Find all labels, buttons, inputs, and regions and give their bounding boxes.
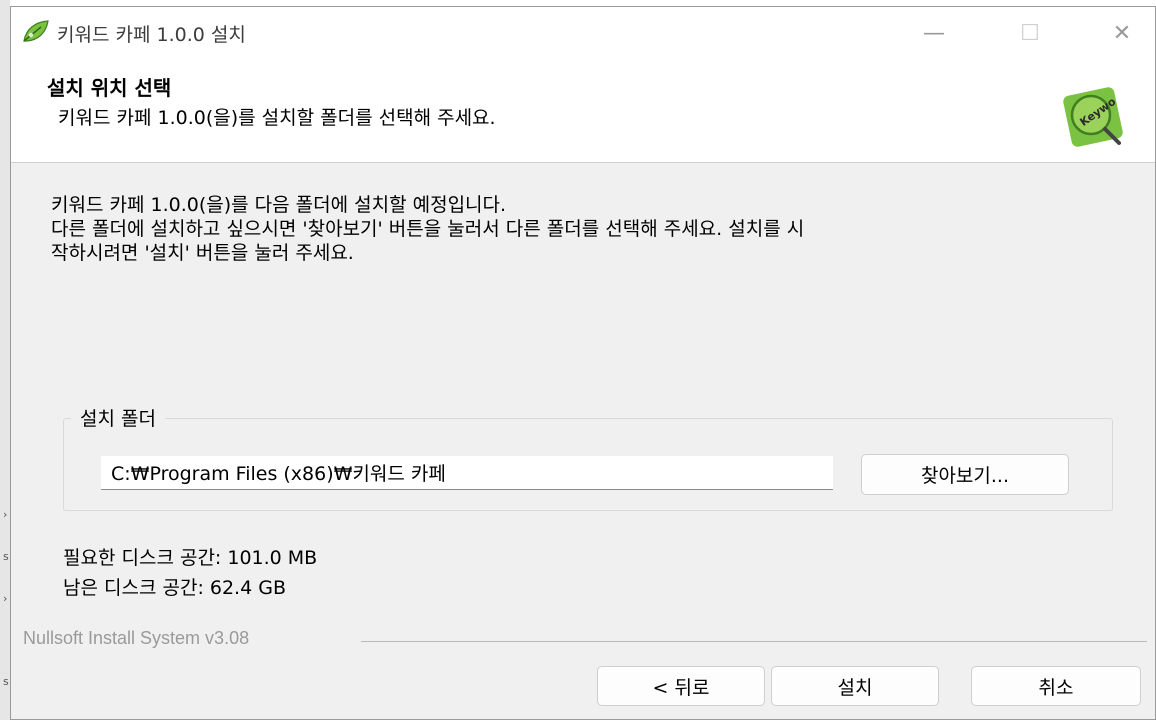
close-button[interactable]: ✕ — [1097, 7, 1147, 59]
installer-window: 키워드 카페 1.0.0 설치 — ☐ ✕ 설치 위치 선택 키워드 카페 1.… — [10, 6, 1156, 720]
installer-body: 키워드 카페 1.0.0(을)를 다음 폴더에 설치할 예정입니다. 다른 폴더… — [11, 163, 1155, 719]
page-title: 설치 위치 선택 — [47, 76, 172, 100]
minimize-icon: — — [923, 20, 945, 46]
title-bar: 키워드 카페 1.0.0 설치 — ☐ ✕ — [11, 7, 1155, 59]
required-space-text: 필요한 디스크 공간: 101.0 MB — [63, 547, 318, 569]
page-subtitle: 키워드 카페 1.0.0(을)를 설치할 폴더를 선택해 주세요. — [58, 107, 496, 129]
instruction-line: 키워드 카페 1.0.0(을)를 다음 폴더에 설치할 예정입니다. — [51, 194, 507, 216]
close-icon: ✕ — [1112, 20, 1132, 46]
footer-divider — [361, 641, 1147, 642]
maximize-button[interactable]: ☐ — [1005, 7, 1055, 59]
browse-button[interactable]: 찾아보기... — [861, 454, 1069, 495]
maximize-icon: ☐ — [1020, 20, 1040, 46]
back-button[interactable]: < 뒤로 — [597, 666, 765, 706]
install-path-input[interactable] — [101, 456, 833, 490]
background-window-strip: › s › s — [0, 0, 10, 720]
install-folder-label: 설치 폴더 — [71, 404, 165, 431]
instruction-text: 키워드 카페 1.0.0(을)를 다음 폴더에 설치할 예정입니다. 다른 폴더… — [51, 193, 1111, 265]
keyword-logo-icon: Keywo — [1063, 87, 1123, 147]
cancel-button[interactable]: 취소 — [971, 666, 1141, 706]
instruction-line: 다른 폴더에 설치하고 싶으시면 '찾아보기' 버튼을 눌러서 다른 폴더를 선… — [51, 218, 805, 240]
instruction-line: 작하시려면 '설치' 버튼을 눌러 주세요. — [51, 242, 354, 264]
nsis-branding: Nullsoft Install System v3.08 — [23, 628, 256, 649]
page-header: 설치 위치 선택 키워드 카페 1.0.0(을)를 설치할 폴더를 선택해 주세… — [11, 59, 1155, 163]
window-title: 키워드 카페 1.0.0 설치 — [57, 24, 246, 46]
minimize-button[interactable]: — — [909, 7, 959, 59]
available-space-text: 남은 디스크 공간: 62.4 GB — [63, 577, 286, 599]
app-leaf-icon — [23, 20, 49, 42]
install-button[interactable]: 설치 — [771, 666, 939, 706]
